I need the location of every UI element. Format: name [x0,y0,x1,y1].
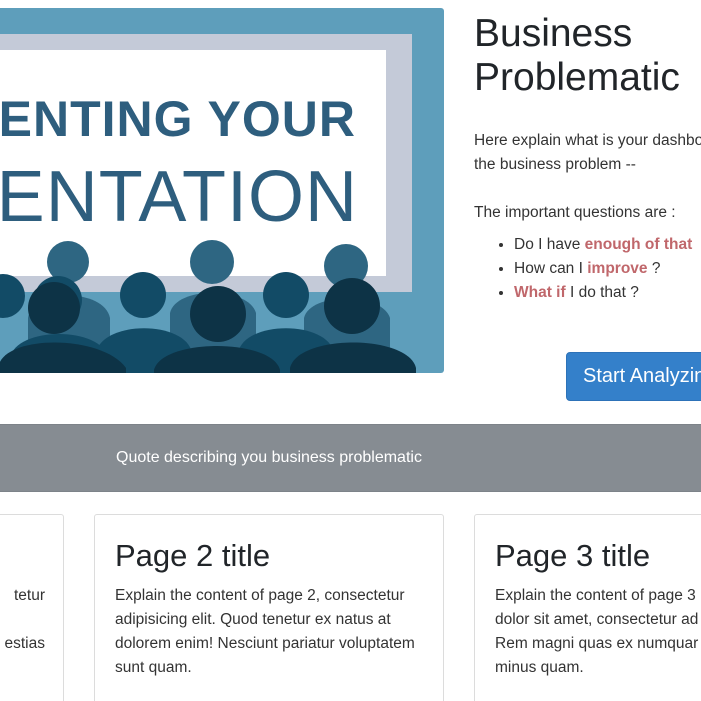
start-analyzing-button[interactable]: Start Analyzin [566,352,701,401]
questions-list: Do I have enough of that How can I impro… [474,233,701,305]
question-item: Do I have enough of that [514,233,701,257]
banner-line-2: ENTATION [0,157,358,237]
questions-heading: The important questions are : [474,204,676,221]
question-highlight: enough of that [584,236,693,253]
page-card-2: Page 2 title Explain the content of page… [94,514,444,701]
card-2-title: Page 2 title [115,538,271,573]
question-item: How can I improve ? [514,257,701,281]
question-highlight: improve [587,260,648,277]
page-card-3: Page 3 title Explain the content of page… [474,514,701,701]
page-title: Business Problematic [474,12,701,100]
question-item: What if I do that ? [514,281,701,305]
quote-band: Quote describing you business problemati… [0,424,701,492]
page-title-line-2: Problematic [474,56,680,99]
card-2-body: Explain the content of page 2, consectet… [115,587,415,676]
audience-front-row [0,278,416,373]
card-1-body: tetur estias [4,587,46,652]
page: ENTING YOUR ENTATION Business Problemati… [0,0,701,701]
hero-image: ENTING YOUR ENTATION [0,8,444,373]
banner-line-1: ENTING YOUR [0,91,356,147]
intro-section: Business Problematic Here explain what i… [474,12,701,305]
presentation-illustration: ENTING YOUR ENTATION [0,8,444,373]
intro-description: Here explain what is your dashbo the bus… [474,129,701,177]
page-title-line-1: Business [474,12,633,55]
card-3-body: Explain the content of page 3 dolor sit … [495,587,699,676]
intro-description-line-1: Here explain what is your dashbo [474,132,701,149]
page-card-1: tetur estias [0,514,64,701]
question-highlight: What if [514,284,566,301]
quote-text: Quote describing you business problemati… [116,449,422,466]
card-3-title: Page 3 title [495,538,651,573]
intro-description-line-2: the business problem -- [474,156,636,173]
